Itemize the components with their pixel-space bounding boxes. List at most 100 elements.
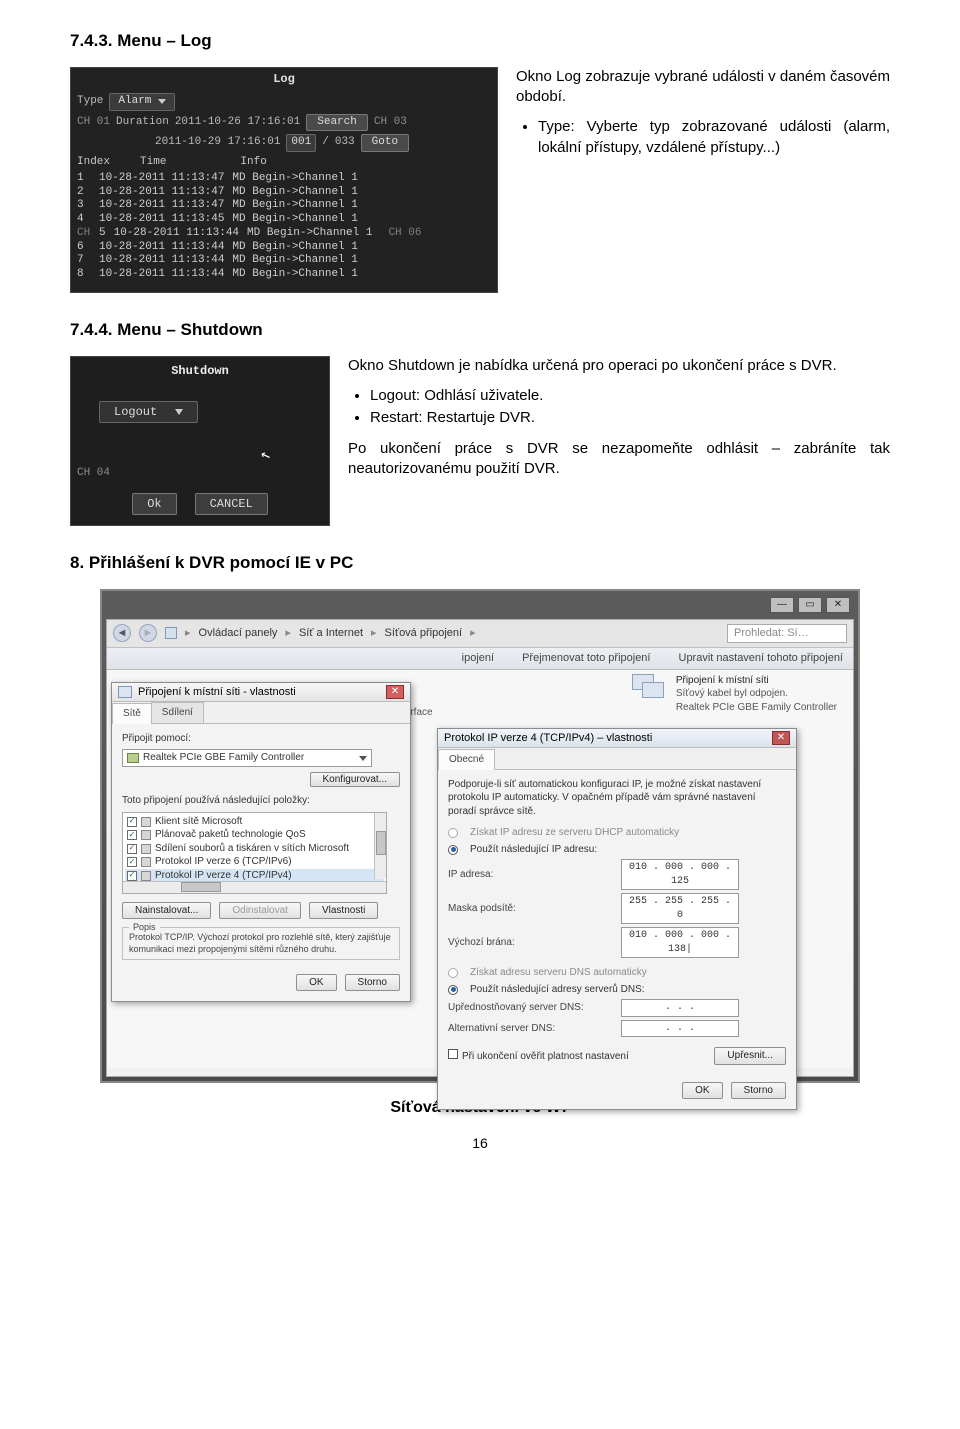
log-duration-label: Duration [116,116,169,130]
address-bar: ◄ ► ▸ Ovládací panely ▸ Síť a Internet ▸… [107,620,853,648]
component-icon [141,871,151,881]
nic-icon [127,753,139,763]
chevron-down-icon [359,756,367,761]
dns1-input[interactable]: . . . [621,999,739,1017]
ip-input[interactable]: 010 . 000 . 000 . 125 [621,859,739,890]
list-item[interactable]: Sdílení souborů a tiskáren v sítích Micr… [125,842,384,856]
log-date-to: 2011-10-29 17:16:01 [155,136,280,150]
tab-share[interactable]: Sdílení [151,702,204,723]
configure-button[interactable]: Konfigurovat... [310,772,400,787]
list-item: 8 [77,268,91,282]
shutdown-dropdown[interactable]: Logout [99,401,198,423]
network-icon [118,686,132,698]
ok-button[interactable]: OK [296,974,336,992]
breadcrumb[interactable]: Síť a Internet [299,626,363,641]
search-input[interactable]: Prohledat: Sí… [727,624,847,643]
toolbar-item[interactable]: ipojení [462,651,494,666]
properties-button[interactable]: Vlastnosti [309,902,378,920]
window-close-button[interactable]: ✕ [826,597,850,613]
checkbox-icon[interactable] [127,844,137,854]
lan-name: Připojení k místní síti [676,674,837,688]
list-item: 7 [77,254,91,268]
connect-using-label: Připojit pomocí: [122,732,400,746]
chevron-down-icon [175,409,183,415]
install-button[interactable]: Nainstalovat... [122,902,211,920]
log-goto-button[interactable]: Goto [361,134,409,152]
description-text: Protokol TCP/IP. Výchozí protokol pro ro… [129,932,391,954]
window-minimize-button[interactable]: — [770,597,794,613]
list-item[interactable]: Plánovač paketů technologie QoS [125,828,384,842]
log-search-button[interactable]: Search [306,114,368,132]
component-icon [141,817,151,827]
log-type-dropdown[interactable]: Alarm [109,93,175,111]
validate-checkbox[interactable] [448,1049,458,1059]
nav-forward-button[interactable]: ► [139,624,157,642]
uses-items-label: Toto připojení používá následující polož… [122,794,400,808]
nic-name: Realtek PCIe GBE Family Controller [143,751,304,765]
log-page-sep: / [322,136,329,150]
section-heading-shutdown: 7.4.4. Menu – Shutdown [70,319,890,342]
shutdown-bullet-restart: Restart: Restartuje DVR. [370,408,890,428]
shutdown-cancel-button[interactable]: CANCEL [195,493,268,515]
dvr-log-panel: Log Type Alarm CH 01 Duration 2011-10-26… [70,67,498,293]
shutdown-ok-button[interactable]: Ok [132,493,176,515]
log-col-info: Info [240,156,266,170]
close-icon[interactable]: ✕ [386,685,404,699]
gateway-input[interactable]: 010 . 000 . 000 . 138| [621,927,739,958]
log-ch06-ghost: CH 06 [388,227,421,241]
dvr-shutdown-panel: Shutdown Logout ↖ CH 04 Ok CANCEL [70,356,330,526]
explorer-window: — ▭ ✕ ◄ ► ▸ Ovládací panely ▸ Síť a Inte… [100,589,860,1083]
shutdown-title: Shutdown [81,363,319,379]
page-number: 16 [70,1134,890,1153]
checkbox-icon[interactable] [127,871,137,881]
checkbox-icon[interactable] [127,830,137,840]
nic-combo[interactable]: Realtek PCIe GBE Family Controller [122,749,372,767]
mask-input[interactable]: 255 . 255 . 255 . 0 [621,893,739,924]
uninstall-button[interactable]: Odinstalovat [219,902,301,920]
window-maximize-button[interactable]: ▭ [798,597,822,613]
close-icon[interactable]: ✕ [772,731,790,745]
cancel-button[interactable]: Storno [345,974,400,992]
network-items-list[interactable]: Klient sítě Microsoft Plánovač paketů te… [122,812,387,894]
advanced-button[interactable]: Upřesnit... [714,1047,786,1065]
nav-back-button[interactable]: ◄ [113,624,131,642]
component-icon [141,844,151,854]
dns2-label: Alternativní server DNS: [448,1022,613,1036]
list-item[interactable]: Klient sítě Microsoft [125,815,384,829]
checkbox-icon[interactable] [127,817,137,827]
list-item: 6 [77,241,91,255]
log-col-index: Index [77,156,110,170]
dns2-input[interactable]: . . . [621,1020,739,1038]
log-page-total: 033 [335,136,355,150]
scrollbar-vertical[interactable] [374,813,386,879]
dns-auto-label: Získat adresu serveru DNS automaticky [470,966,647,980]
radio-dhcp[interactable] [448,828,458,838]
dialog-title: Protokol IP verze 4 (TCP/IPv4) – vlastno… [444,731,652,746]
section-heading-ie: 8. Přihlášení k DVR pomocí IE v PC [70,552,890,575]
log-page-idx[interactable]: 001 [286,134,316,152]
ipv4-intro: Podporuje-li síť automatickou konfigurac… [448,778,786,819]
tab-general[interactable]: Obecné [438,749,495,770]
tab-site[interactable]: Sítě [112,703,152,724]
toolbar-item[interactable]: Upravit nastavení tohoto připojení [679,651,844,666]
radio-dns-manual[interactable] [448,985,458,995]
ipv4-dhcp-label: Získat IP adresu ze serveru DHCP automat… [470,826,679,840]
breadcrumb[interactable]: Ovládací panely [199,626,278,641]
cancel-button[interactable]: Storno [731,1082,786,1100]
list-item[interactable]: Protokol IP verze 6 (TCP/IPv6) [125,855,384,869]
section-heading-log: 7.4.3. Menu – Log [70,30,890,53]
breadcrumb[interactable]: Síťová připojení [385,626,463,641]
log-intro: Okno Log zobrazuje vybrané události v da… [516,67,890,108]
ipv4-properties-dialog: Protokol IP verze 4 (TCP/IPv4) – vlastno… [437,728,797,1111]
log-table: 110-28-2011 11:13:47MD Begin->Channel 1 … [77,172,491,282]
breadcrumb-sep: ▸ [185,626,191,641]
radio-static-ip[interactable] [448,845,458,855]
checkbox-icon[interactable] [127,857,137,867]
radio-dns-auto[interactable] [448,968,458,978]
lan-state: Síťový kabel byl odpojen. [676,687,837,701]
ok-button[interactable]: OK [682,1082,722,1100]
scrollbar-horizontal[interactable] [123,881,386,893]
dns-manual-label: Použít následující adresy serverů DNS: [470,983,645,997]
lan-connection-item[interactable]: Připojení k místní síti Síťový kabel byl… [632,674,837,715]
toolbar-item[interactable]: Přejmenovat toto připojení [522,651,650,666]
